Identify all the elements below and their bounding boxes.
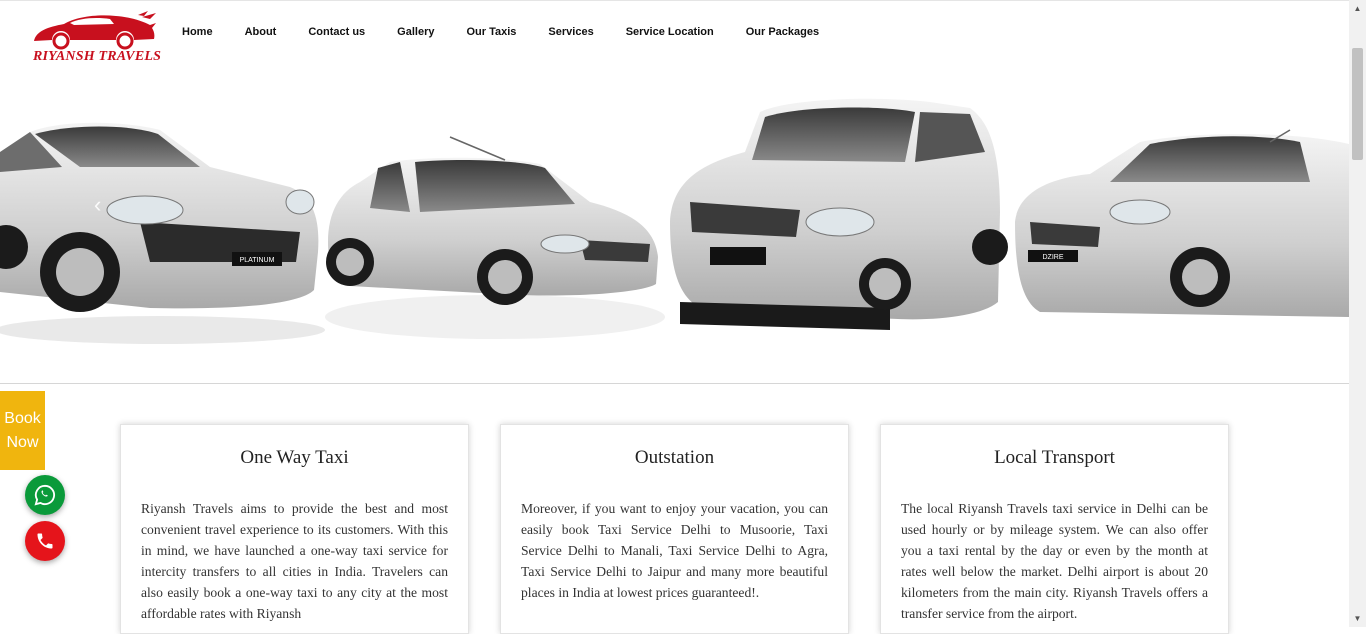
book-now-line1: Book (4, 409, 41, 427)
nav-our-taxis[interactable]: Our Taxis (466, 26, 516, 38)
card-text: The local Riyansh Travels taxi service i… (901, 501, 1208, 621)
card-title: One Way Taxi (240, 447, 349, 468)
nav-service-location[interactable]: Service Location (626, 26, 714, 38)
dzire-badge: DZIRE (1043, 254, 1064, 261)
card-text: Riyansh Travels aims to provide the best… (141, 501, 448, 621)
scroll-down-arrow-icon[interactable]: ▼ (1349, 610, 1366, 627)
nav-services[interactable]: Services (548, 26, 593, 38)
brand-logo[interactable]: RIYANSH TRAVELS (30, 11, 162, 67)
brand-name: RIYANSH TRAVELS (33, 49, 162, 64)
nav-our-packages[interactable]: Our Packages (746, 26, 819, 38)
car-logo-icon (34, 11, 156, 50)
nav-contact-us[interactable]: Contact us (308, 26, 365, 38)
scroll-thumb[interactable] (1352, 48, 1363, 160)
book-now-button[interactable]: Book Now (0, 391, 45, 470)
nav-gallery[interactable]: Gallery (397, 26, 434, 38)
book-now-line2: Now (6, 433, 39, 451)
card-title: Outstation (634, 447, 715, 468)
phone-call-button[interactable] (25, 521, 65, 561)
site-header: RIYANSH TRAVELS Home About Contact us Ga… (0, 0, 1349, 73)
card-title: Local Transport (994, 447, 1115, 468)
whatsapp-icon (34, 484, 56, 506)
card-local-transport: Local Transport The local Riyansh Travel… (880, 424, 1229, 634)
whatsapp-button[interactable] (25, 475, 65, 515)
card-outstation: Outstation Moreover, if you want to enjo… (500, 424, 849, 634)
page-scrollbar[interactable]: ▲ ▼ (1349, 0, 1366, 627)
nav-about[interactable]: About (245, 26, 277, 38)
scroll-up-arrow-icon[interactable]: ▲ (1349, 0, 1366, 17)
nav-home[interactable]: Home (182, 26, 213, 38)
carousel-prev-button[interactable]: ‹ (94, 194, 108, 216)
main-nav: Home About Contact us Gallery Our Taxis … (182, 26, 851, 38)
car-dzire: DZIRE (1015, 129, 1349, 332)
card-one-way-taxi: One Way Taxi Riyansh Travels aims to pro… (120, 424, 469, 634)
hero-divider (0, 383, 1349, 384)
car-innova (670, 98, 1015, 332)
etios-badge: PLATINUM (240, 257, 275, 264)
card-text: Moreover, if you want to enjoy your vaca… (521, 501, 828, 600)
phone-icon (37, 533, 53, 549)
car-sedan (325, 136, 665, 339)
car-etios: PLATINUM (0, 122, 325, 344)
hero-cars-image: PLATINUM DZIRE (0, 98, 1349, 344)
hero-carousel: PLATINUM DZIRE ‹ (0, 72, 1349, 383)
